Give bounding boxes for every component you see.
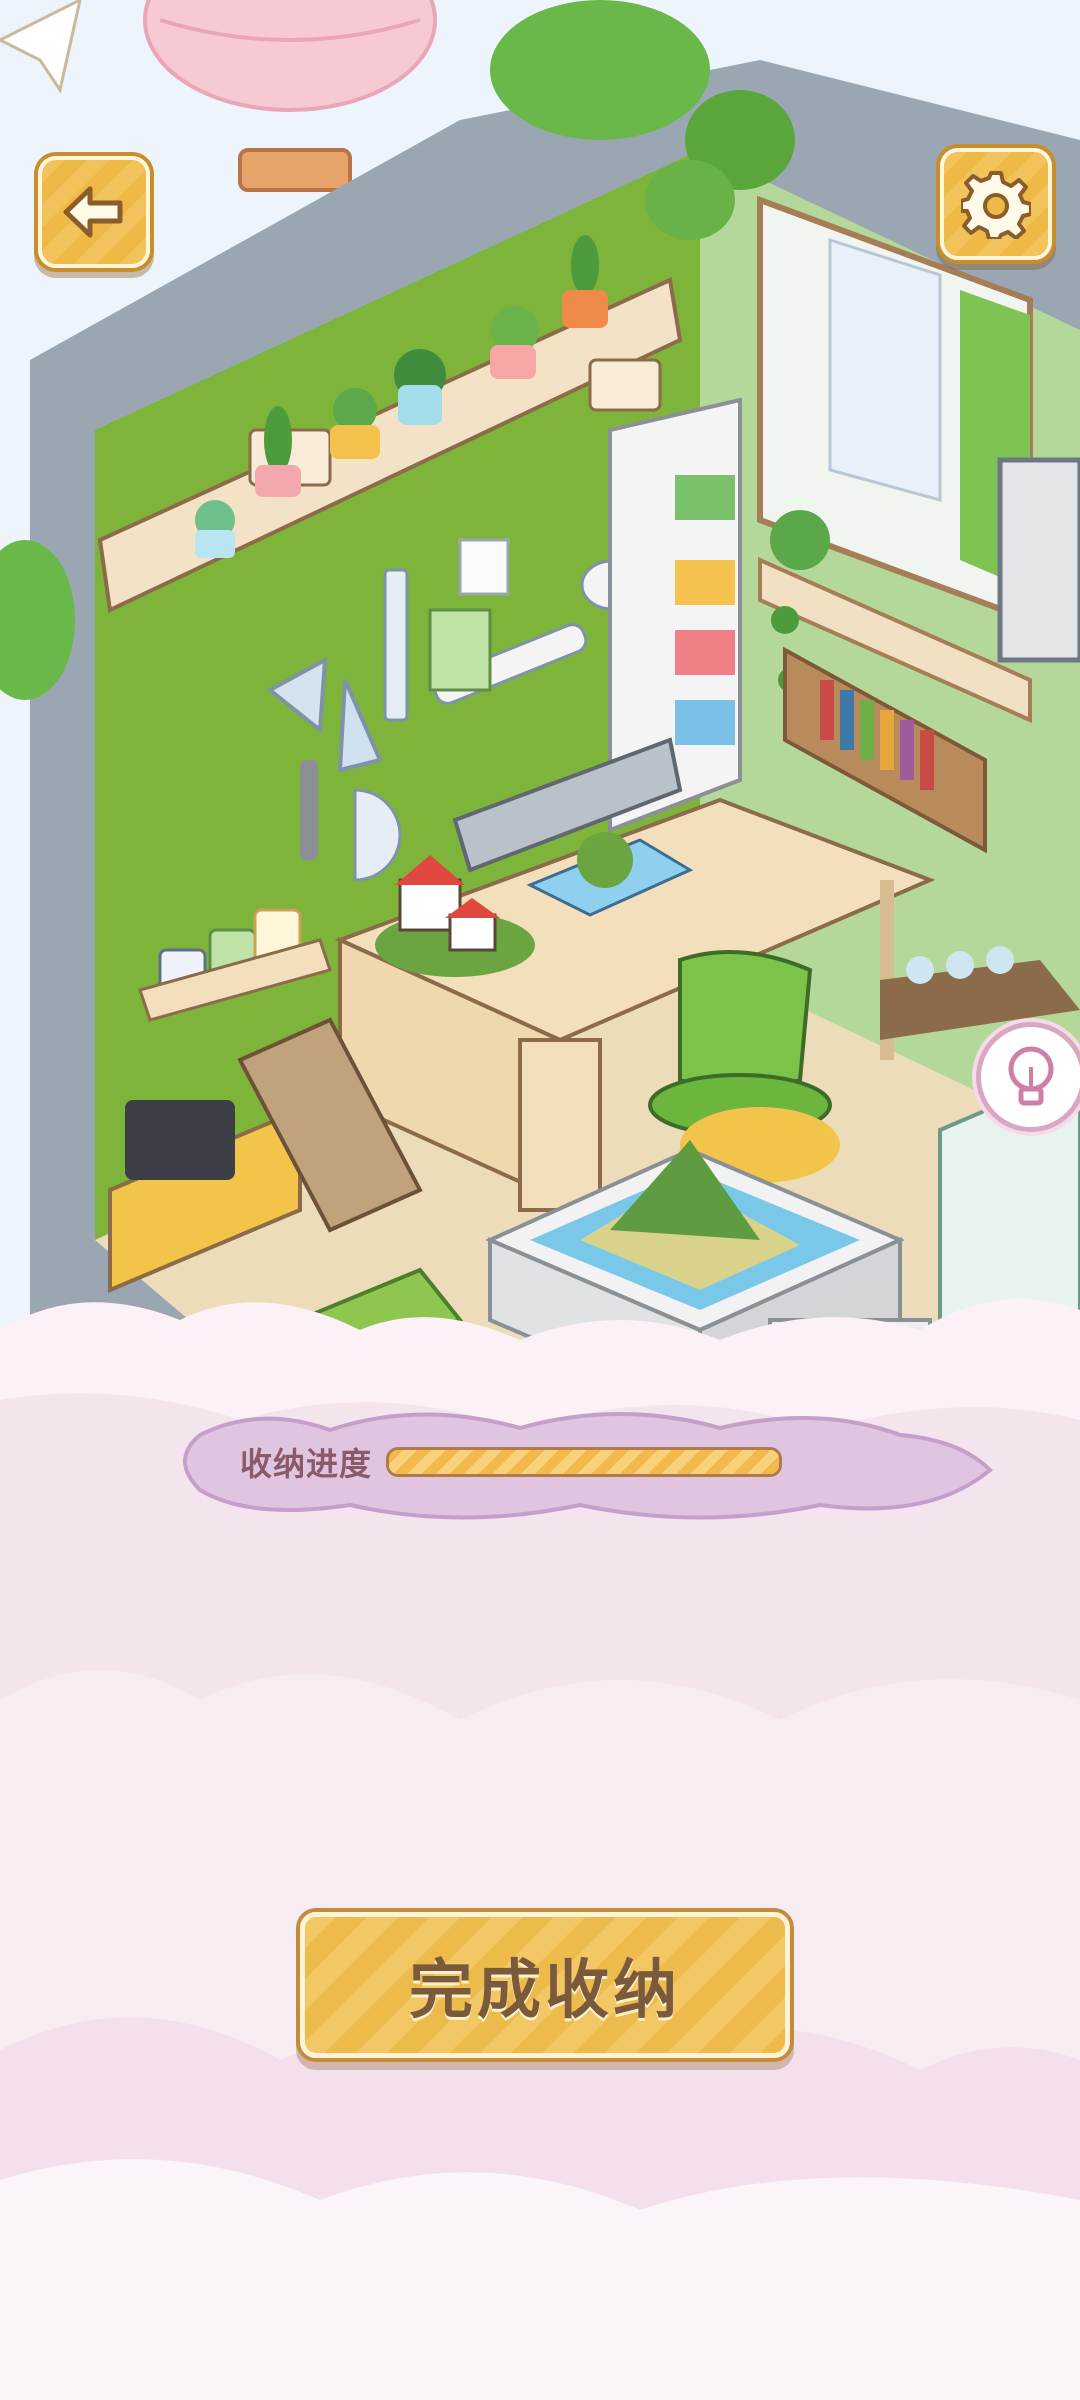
back-arrow-icon xyxy=(63,186,123,238)
hint-button[interactable] xyxy=(976,1022,1080,1132)
settings-button[interactable] xyxy=(940,148,1052,260)
microwave xyxy=(997,457,1080,663)
progress-label: 收纳进度 xyxy=(240,1445,373,1483)
gear-icon xyxy=(961,171,1031,239)
progress-fill xyxy=(389,1450,780,1474)
blueprint-paper xyxy=(428,608,492,692)
progress-bar xyxy=(386,1447,783,1477)
storage-progress: 收纳进度 xyxy=(240,1432,840,1492)
calendar xyxy=(458,538,510,596)
complete-storage-button[interactable]: 完成收纳 xyxy=(300,1912,790,2058)
complete-button-label: 完成收纳 xyxy=(409,1954,681,2028)
back-button[interactable] xyxy=(38,156,150,268)
game-stage: 收纳进度 完成收纳 xyxy=(0,0,1080,2400)
lightbulb-icon xyxy=(1008,1046,1054,1106)
